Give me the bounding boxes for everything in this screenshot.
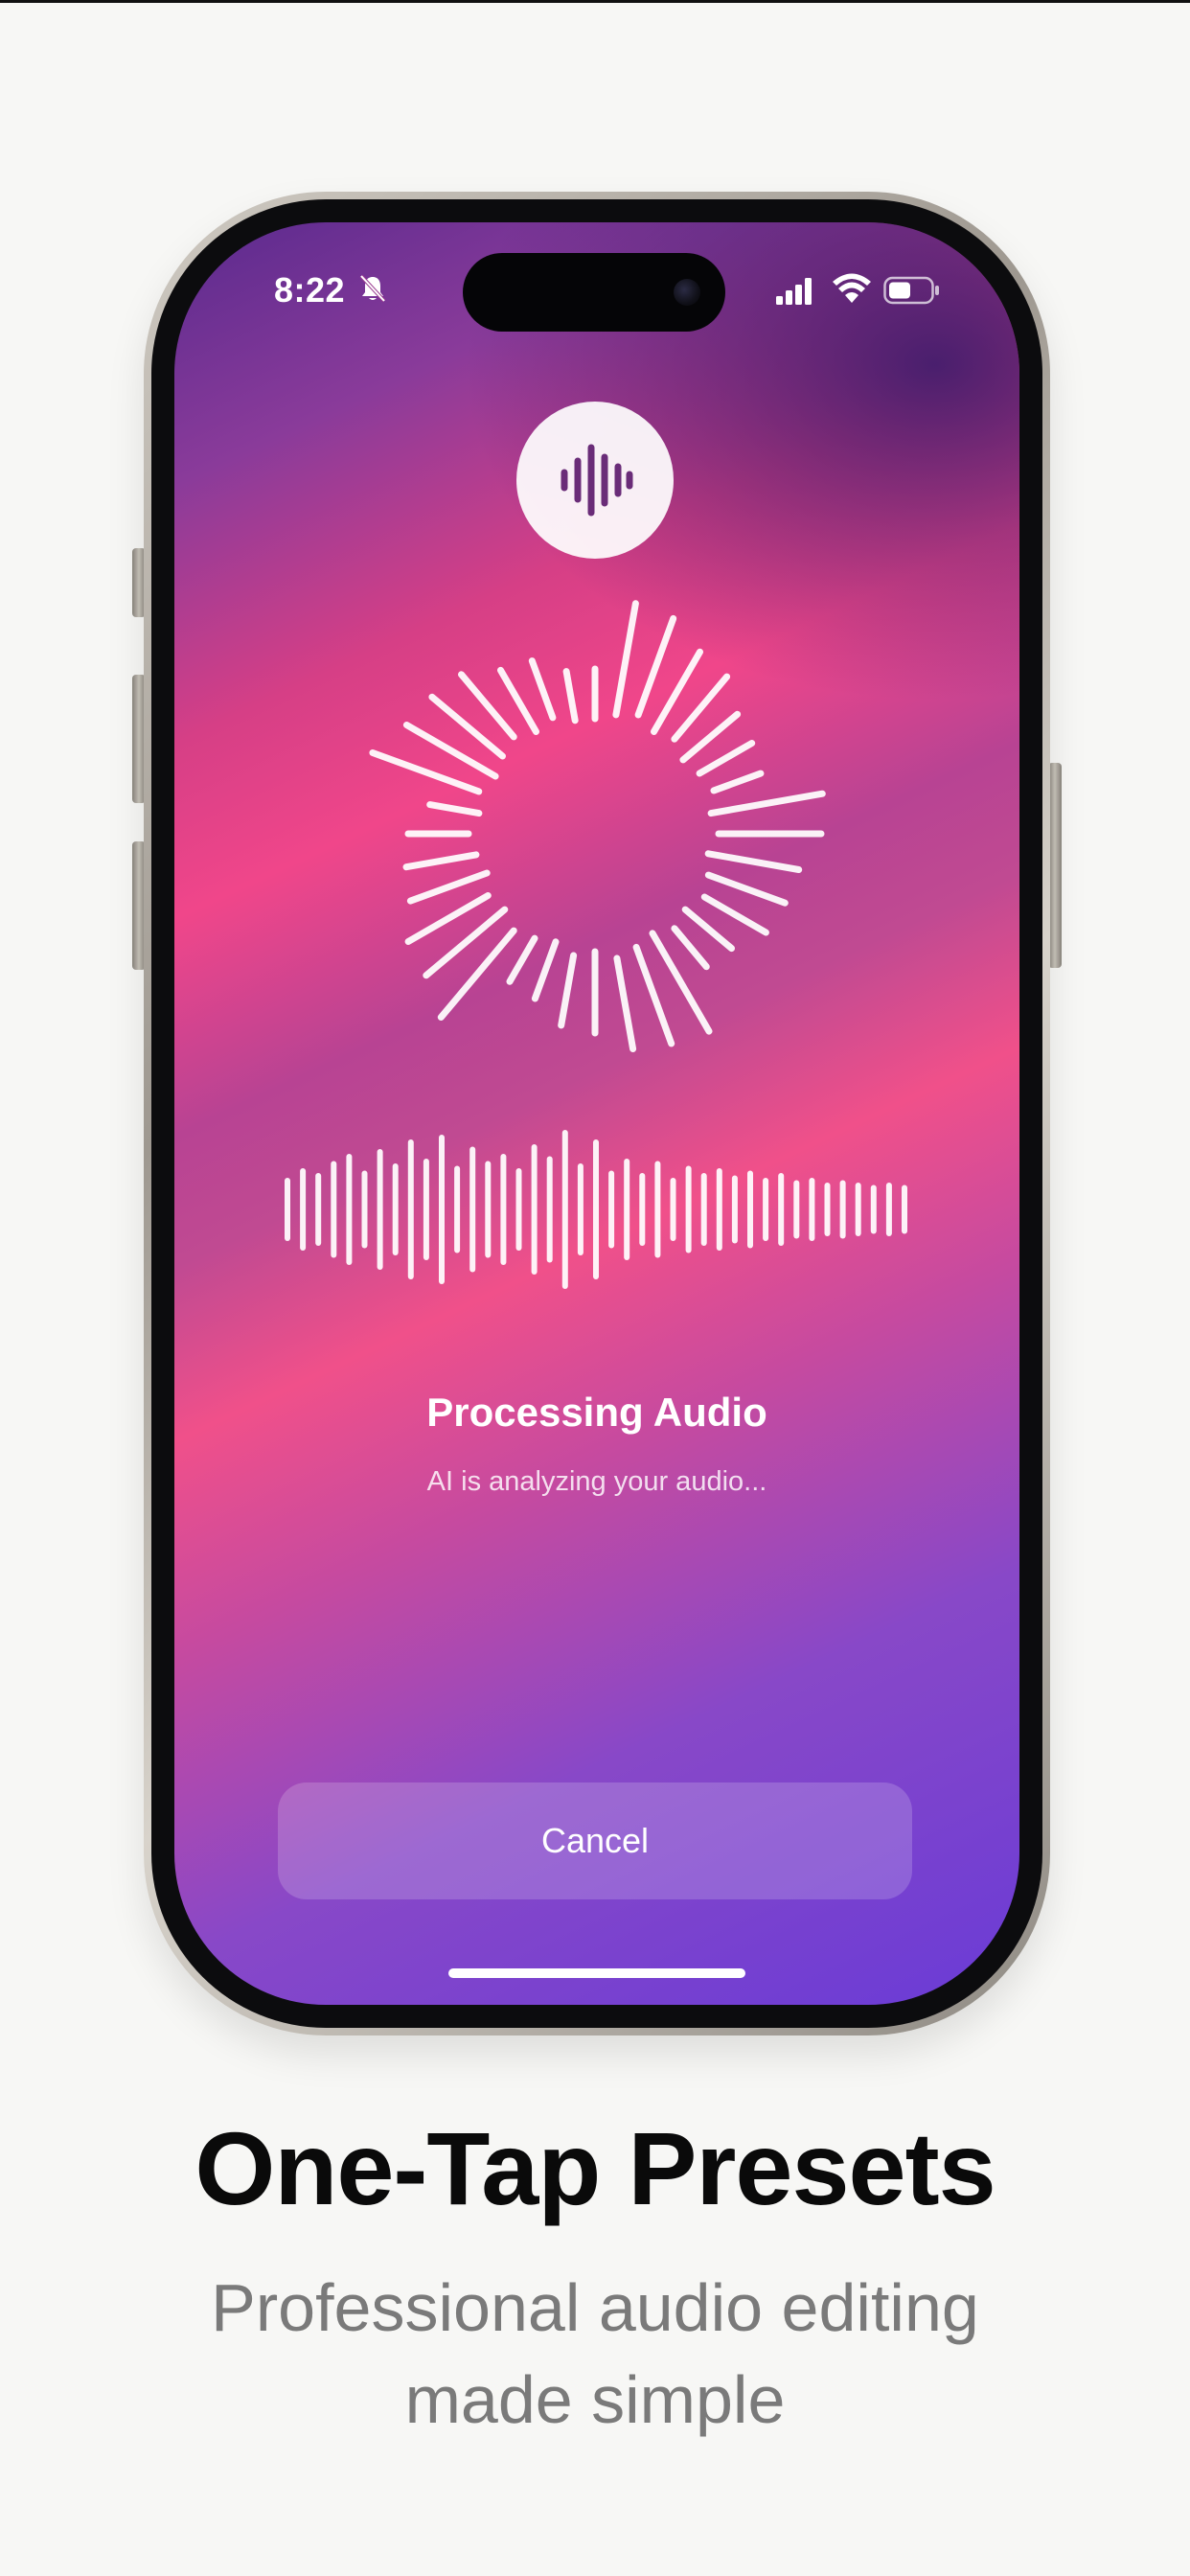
spinner-ray [612,600,639,719]
spinner-ray [704,850,803,873]
processing-title: Processing Audio [426,1390,767,1435]
spinner-ray [426,801,483,817]
spinner-ray [437,927,517,1021]
subheadline-line-1: Professional audio editing [211,2270,979,2345]
processing-subtitle: AI is analyzing your audio... [426,1466,767,1497]
spinner-ray [704,871,789,907]
marketing-subheadline: Professional audio editing made simple [0,2262,1190,2446]
battery-icon [883,276,939,305]
power-button [1048,763,1062,968]
processing-spinner [369,600,826,1052]
bell-slash-icon [359,274,386,303]
spinner-ray [634,614,677,719]
spinner-ray [671,925,710,971]
spinner-ray [528,657,557,722]
spinner-ray [402,851,480,871]
app-logo [516,402,674,559]
spinner-ray [707,790,826,817]
cancel-button[interactable]: Cancel [278,1782,912,1899]
spinner-ray [506,934,538,985]
front-camera [674,279,700,306]
waveform-icon [561,444,633,517]
wifi-icon [833,273,871,303]
phone-screen: 8:22 Processing Audio AI is analyzing yo… [174,222,1019,2005]
home-indicator[interactable] [448,1968,745,1978]
spinner-ray [696,740,756,777]
spinner-ray [613,954,637,1052]
spinner-ray [710,770,765,794]
top-border [0,0,1190,3]
spinner-ray [406,869,491,905]
spinner-ray [423,906,509,979]
status-time: 8:22 [274,270,346,310]
spinner-ray [681,906,735,953]
spinner-ray [700,893,769,936]
marketing-headline: One-Tap Presets [195,2110,995,2226]
spinner-ray [531,938,560,1002]
spinner-ray [562,668,579,724]
app-store-screenshot: 8:22 Processing Audio AI is analyzing yo… [0,0,1190,2576]
audio-waveform [285,1130,907,1289]
spinner-ray [558,952,578,1029]
cellular-signal-icon [776,278,812,305]
dynamic-island [463,253,725,332]
subheadline-line-2: made simple [404,2362,786,2437]
